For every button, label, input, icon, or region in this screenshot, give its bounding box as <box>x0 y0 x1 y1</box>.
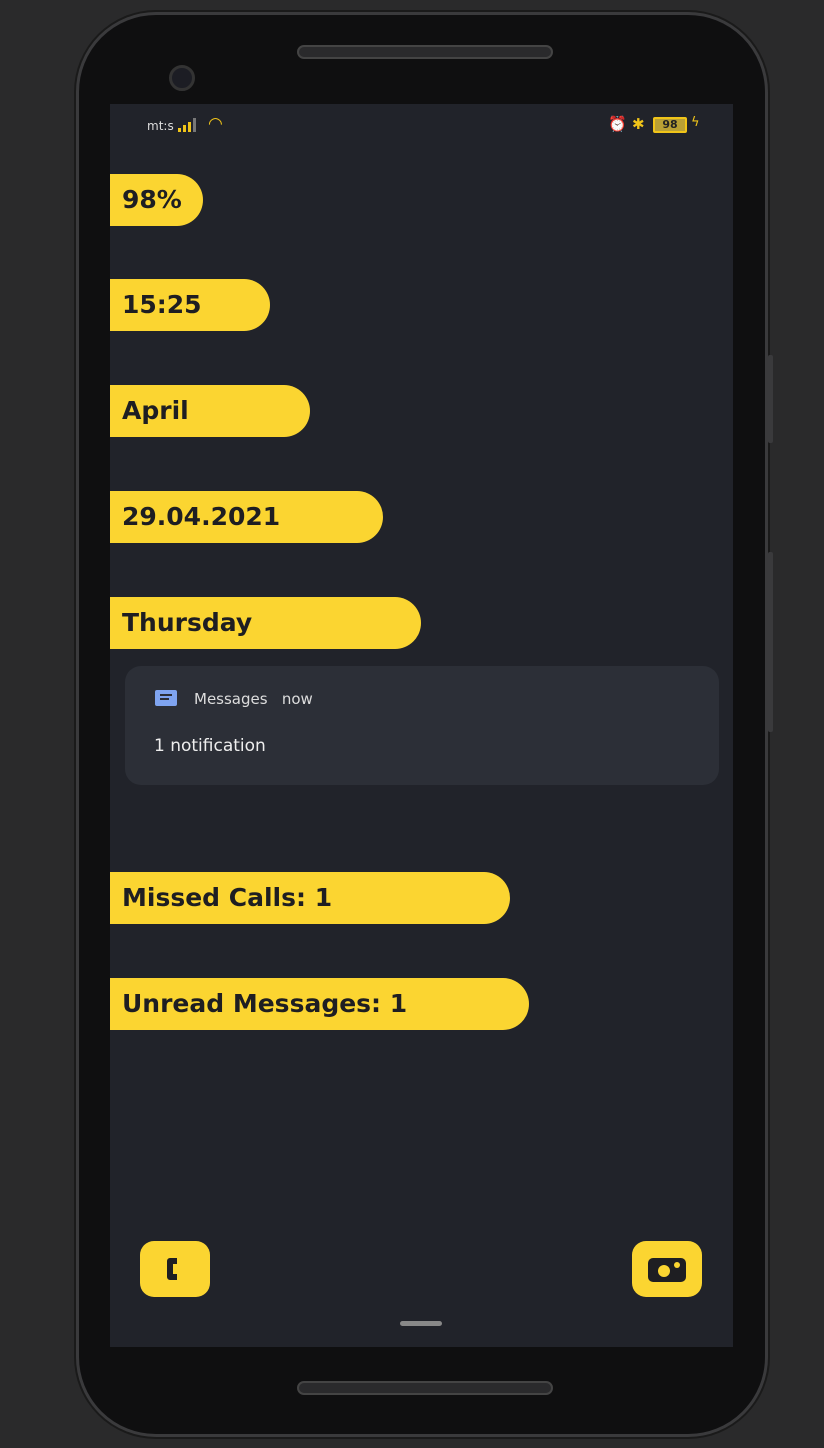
wifi-icon: ◠ <box>208 114 223 134</box>
front-camera <box>169 65 195 91</box>
weekday-widget: Thursday <box>110 597 421 649</box>
home-gesture-bar[interactable] <box>400 1321 442 1326</box>
unread-messages-widget[interactable]: Unread Messages: 1 <box>110 978 529 1030</box>
lock-screen: mt:s ◠ ⏰ ✱ 98 ϟ 98% 15:25 April 29.04.20… <box>110 104 733 1347</box>
signal-icon <box>178 118 196 132</box>
carrier-label: mt:s <box>147 119 174 133</box>
notification-text: 1 notification <box>154 736 266 756</box>
messages-icon <box>155 690 177 706</box>
notification-card[interactable]: Messages now 1 notification <box>125 666 719 785</box>
status-bar: mt:s ◠ ⏰ ✱ 98 ϟ <box>110 114 733 138</box>
camera-shortcut-button[interactable] <box>632 1241 702 1297</box>
time-widget: 15:25 <box>110 279 270 331</box>
month-widget: April <box>110 385 310 437</box>
volume-button <box>768 552 773 732</box>
power-button <box>768 355 773 443</box>
battery-icon: 98 <box>653 117 687 133</box>
camera-icon <box>648 1258 686 1282</box>
battery-widget: 98% <box>110 174 203 226</box>
notification-app: Messages <box>194 690 268 708</box>
phone-icon <box>167 1258 177 1280</box>
charging-icon: ϟ <box>691 115 700 130</box>
phone-shortcut-button[interactable] <box>140 1241 210 1297</box>
bottom-speaker <box>297 1381 553 1395</box>
notification-time: now <box>281 690 313 708</box>
bluetooth-icon: ✱ <box>632 115 645 133</box>
notification-header: Messages now <box>194 690 313 708</box>
top-speaker <box>297 45 553 59</box>
date-widget: 29.04.2021 <box>110 491 383 543</box>
alarm-icon: ⏰ <box>608 115 627 133</box>
missed-calls-widget[interactable]: Missed Calls: 1 <box>110 872 510 924</box>
